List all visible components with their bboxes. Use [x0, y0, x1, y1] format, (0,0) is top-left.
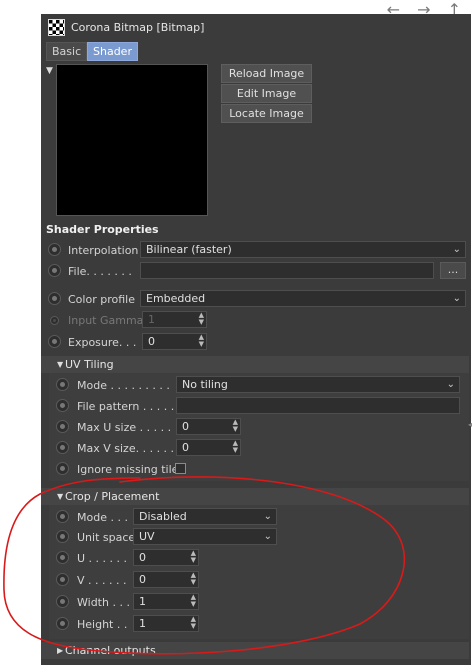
- width-label: Width . . .: [77, 596, 130, 609]
- animate-radio[interactable]: [48, 264, 61, 277]
- tab-shader[interactable]: Shader: [87, 42, 138, 61]
- u-value: 0: [139, 551, 146, 564]
- spinner-arrows-icon[interactable]: ▲ ▼: [199, 334, 204, 348]
- group-header-channel-outputs[interactable]: ▶ Channel outputs: [41, 642, 469, 659]
- v-label: V . . . . . .: [77, 574, 127, 587]
- v-field[interactable]: 0 ▲ ▼: [133, 571, 199, 588]
- unit-space-label: Unit space: [77, 531, 136, 544]
- triangle-right-icon: ▶: [57, 646, 64, 655]
- chevron-down-icon: ⌄: [452, 244, 461, 255]
- chevron-down-icon: ⌄: [452, 293, 461, 304]
- collapse-arrow-icon[interactable]: ▼: [46, 66, 53, 76]
- animate-radio[interactable]: [56, 510, 69, 523]
- file-label: File. . . . . . .: [68, 265, 132, 278]
- bitmap-preview: [56, 64, 208, 216]
- scroll-indicator-icon: ◂: [468, 420, 473, 429]
- interpolation-value: Bilinear (faster): [146, 243, 232, 256]
- triangle-down-icon: ▼: [57, 492, 64, 501]
- animate-radio[interactable]: [48, 243, 61, 256]
- group-header-crop-placement[interactable]: ▼ Crop / Placement: [41, 488, 469, 505]
- locate-image-button[interactable]: Locate Image: [221, 104, 312, 123]
- animate-radio-disabled: [50, 316, 59, 325]
- chevron-down-icon: ⌄: [263, 511, 272, 522]
- color-profile-label: Color profile: [68, 293, 135, 306]
- animate-radio[interactable]: [48, 335, 61, 348]
- exposure-field[interactable]: 0 ▲ ▼: [142, 333, 207, 350]
- crop-mode-value: Disabled: [139, 510, 187, 523]
- spinner-arrows-icon[interactable]: ▲ ▼: [233, 440, 238, 454]
- animate-radio[interactable]: [56, 420, 69, 433]
- animate-radio[interactable]: [56, 462, 69, 475]
- animate-radio[interactable]: [56, 595, 69, 608]
- u-field[interactable]: 0 ▲ ▼: [133, 549, 199, 566]
- group-header-uv-tiling[interactable]: ▼ UV Tiling: [41, 356, 469, 373]
- max-u-size-field[interactable]: 0 ▲ ▼: [176, 418, 241, 435]
- triangle-down-icon: ▼: [57, 360, 64, 369]
- checker-icon: [48, 19, 65, 36]
- tab-basic[interactable]: Basic: [46, 42, 88, 61]
- input-gamma-value: 1: [148, 313, 155, 326]
- spinner-arrows-icon: ▲ ▼: [198, 311, 204, 326]
- height-field[interactable]: 1 ▲ ▼: [133, 615, 199, 632]
- tiling-mode-dropdown[interactable]: No tiling ⌄: [176, 376, 460, 393]
- chevron-down-icon: ⌄: [446, 379, 455, 390]
- unit-space-dropdown[interactable]: UV ⌄: [133, 528, 277, 545]
- spinner-arrows-icon[interactable]: ▲ ▼: [191, 572, 196, 586]
- max-v-size-value: 0: [182, 441, 189, 454]
- animate-radio[interactable]: [56, 551, 69, 564]
- file-pattern-input[interactable]: [176, 397, 460, 414]
- width-field[interactable]: 1 ▲ ▼: [133, 593, 199, 610]
- file-path-input[interactable]: [140, 262, 434, 279]
- exposure-label: Exposure. . .: [68, 336, 137, 349]
- animate-radio[interactable]: [56, 399, 69, 412]
- unit-space-value: UV: [139, 530, 155, 543]
- tiling-mode-value: No tiling: [182, 378, 228, 391]
- group-title: UV Tiling: [65, 358, 114, 371]
- v-value: 0: [139, 573, 146, 586]
- crop-mode-dropdown[interactable]: Disabled ⌄: [133, 508, 277, 525]
- u-label: U . . . . . .: [77, 552, 128, 565]
- color-profile-dropdown[interactable]: Embedded ⌄: [140, 290, 466, 307]
- max-v-size-field[interactable]: 0 ▲ ▼: [176, 439, 241, 456]
- animate-radio[interactable]: [56, 573, 69, 586]
- height-value: 1: [139, 617, 146, 630]
- browse-file-button[interactable]: ...: [440, 262, 466, 279]
- edit-image-button[interactable]: Edit Image: [221, 84, 312, 103]
- chevron-down-icon: ⌄: [263, 531, 272, 542]
- section-title-shader-properties: Shader Properties: [46, 223, 159, 236]
- animate-radio[interactable]: [56, 530, 69, 543]
- animate-radio[interactable]: [48, 292, 61, 305]
- animate-radio[interactable]: [56, 378, 69, 391]
- spinner-arrows-icon[interactable]: ▲ ▼: [191, 550, 196, 564]
- panel-title: Corona Bitmap [Bitmap]: [71, 21, 205, 34]
- interpolation-label: Interpolation: [68, 244, 139, 257]
- max-v-size-label: Max V size. . . . . .: [77, 442, 175, 455]
- max-u-size-label: Max U size . . . . .: [77, 421, 172, 434]
- input-gamma-field: 1 ▲ ▼: [142, 311, 207, 328]
- tiling-mode-label: Mode . . . . . . . . .: [77, 379, 170, 392]
- animate-radio[interactable]: [56, 441, 69, 454]
- group-title: Crop / Placement: [65, 490, 160, 503]
- spinner-arrows-icon[interactable]: ▲ ▼: [191, 616, 196, 630]
- width-value: 1: [139, 595, 146, 608]
- crop-mode-label: Mode . . .: [77, 511, 128, 524]
- height-label: Height . .: [77, 618, 128, 631]
- max-u-size-value: 0: [182, 420, 189, 433]
- spinner-arrows-icon[interactable]: ▲ ▼: [191, 594, 196, 608]
- ignore-missing-tiles-label: Ignore missing tiles: [77, 463, 185, 476]
- color-profile-value: Embedded: [146, 292, 206, 305]
- spinner-arrows-icon[interactable]: ▲ ▼: [233, 419, 238, 433]
- animate-radio[interactable]: [56, 617, 69, 630]
- interpolation-dropdown[interactable]: Bilinear (faster) ⌄: [140, 241, 466, 258]
- group-title: Channel outputs: [65, 644, 156, 657]
- attribute-manager-panel: ← → ↑ Corona Bitmap [Bitmap] Basic Shade…: [41, 0, 471, 665]
- reload-image-button[interactable]: Reload Image: [221, 64, 312, 83]
- exposure-value: 0: [148, 335, 155, 348]
- input-gamma-label: Input Gamma: [68, 314, 144, 327]
- file-pattern-label: File pattern . . . . .: [77, 400, 175, 413]
- ignore-missing-tiles-checkbox[interactable]: [175, 463, 186, 474]
- panel-header: Corona Bitmap [Bitmap]: [41, 14, 471, 38]
